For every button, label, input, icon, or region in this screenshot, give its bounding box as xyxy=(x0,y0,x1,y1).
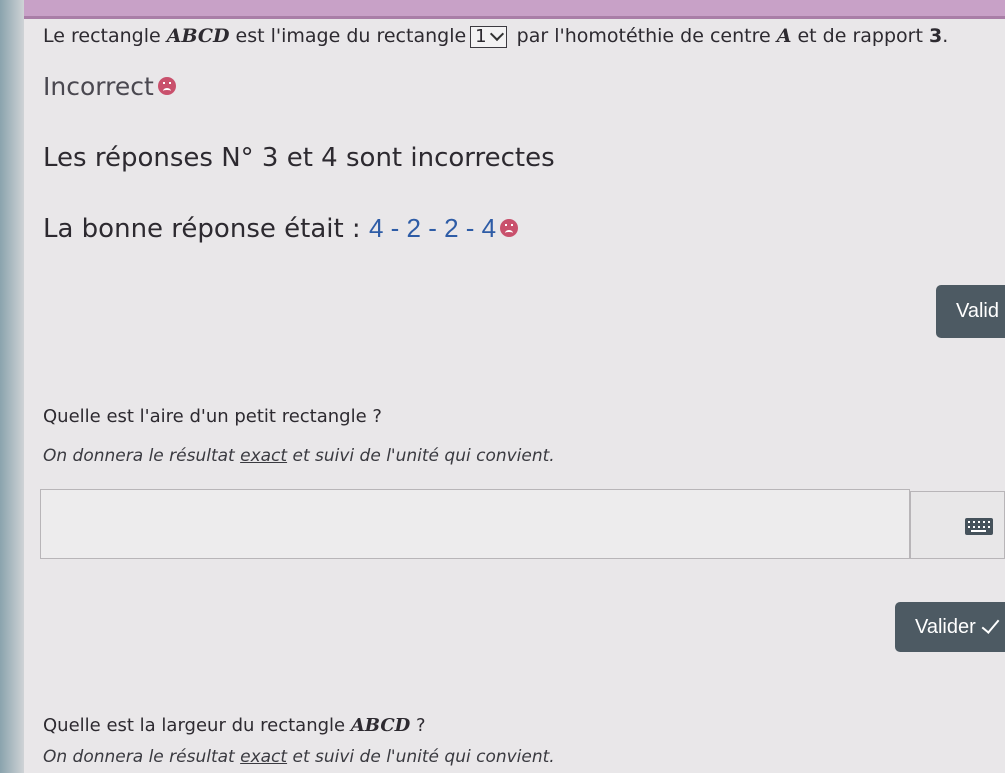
hint3-suffix: et suivi de l'unité qui convient. xyxy=(287,747,555,767)
question-1-after: et de rapport xyxy=(791,25,929,47)
question-3-hint: On donnera le résultat exact et suivi de… xyxy=(43,747,555,767)
question-1-middle: est l'image du rectangle xyxy=(229,25,467,47)
status-label: Incorrect xyxy=(43,72,154,101)
answer-input[interactable] xyxy=(40,489,910,559)
header-band xyxy=(0,0,1005,16)
math-a: A xyxy=(776,25,792,47)
hint3-prefix: On donnera le résultat xyxy=(43,747,241,767)
question-2: Quelle est l'aire d'un petit rectangle ? xyxy=(43,406,382,427)
keyboard-icon xyxy=(965,518,993,535)
question-2-text: Quelle est l'aire d'un petit rectangle ? xyxy=(43,406,382,427)
ratio-value: 3 xyxy=(928,25,943,47)
sad-face-icon xyxy=(157,77,176,95)
question-1-end: . xyxy=(942,25,949,47)
wrong-prefix: Les réponses xyxy=(43,143,222,173)
math-abcd-2: ABCD xyxy=(350,715,411,736)
validate-top-label: Valid xyxy=(956,300,999,322)
correct-answer: La bonne réponse était : 4 - 2 - 2 - 4 xyxy=(43,213,519,244)
question-1-prefix: Le rectangle xyxy=(43,25,167,47)
left-edge xyxy=(0,0,24,773)
good-prefix: La bonne réponse était : xyxy=(43,214,369,244)
question-1: Le rectangle ABCD est l'image du rectang… xyxy=(43,25,948,48)
hint-prefix: On donnera le résultat xyxy=(43,446,241,466)
wrong-numbers: N° 3 et 4 xyxy=(221,143,338,173)
hint-exact: exact xyxy=(240,446,288,466)
status-incorrect: Incorrect xyxy=(43,72,176,101)
question-3: Quelle est la largeur du rectangle ABCD … xyxy=(43,715,426,736)
exercise-sheet xyxy=(24,19,1005,773)
question-1-suffix: par l'homotéthie de centre xyxy=(510,25,777,47)
question-3-suffix: ? xyxy=(410,715,426,736)
rectangle-dropdown[interactable]: 1 xyxy=(470,25,507,48)
hint-suffix: et suivi de l'unité qui convient. xyxy=(287,446,555,466)
dropdown-value: 1 xyxy=(475,25,487,47)
sad-face-icon xyxy=(500,218,519,237)
math-abcd: ABCD xyxy=(166,25,230,47)
check-icon xyxy=(981,614,1000,634)
validate-button-top[interactable]: Valid xyxy=(936,285,1005,338)
hint3-exact: exact xyxy=(240,747,288,767)
question-3-prefix: Quelle est la largeur du rectangle xyxy=(43,715,351,736)
good-answer-value: 4 - 2 - 2 - 4 xyxy=(368,213,497,243)
chevron-down-icon xyxy=(489,26,504,41)
keyboard-button[interactable] xyxy=(910,491,1005,559)
validate-label: Valider xyxy=(915,615,976,638)
wrong-suffix: sont incorrectes xyxy=(337,143,555,173)
validate-button[interactable]: Valider xyxy=(895,602,1005,652)
question-2-hint: On donnera le résultat exact et suivi de… xyxy=(43,446,555,466)
wrong-answers: Les réponses N° 3 et 4 sont incorrectes xyxy=(43,143,555,173)
